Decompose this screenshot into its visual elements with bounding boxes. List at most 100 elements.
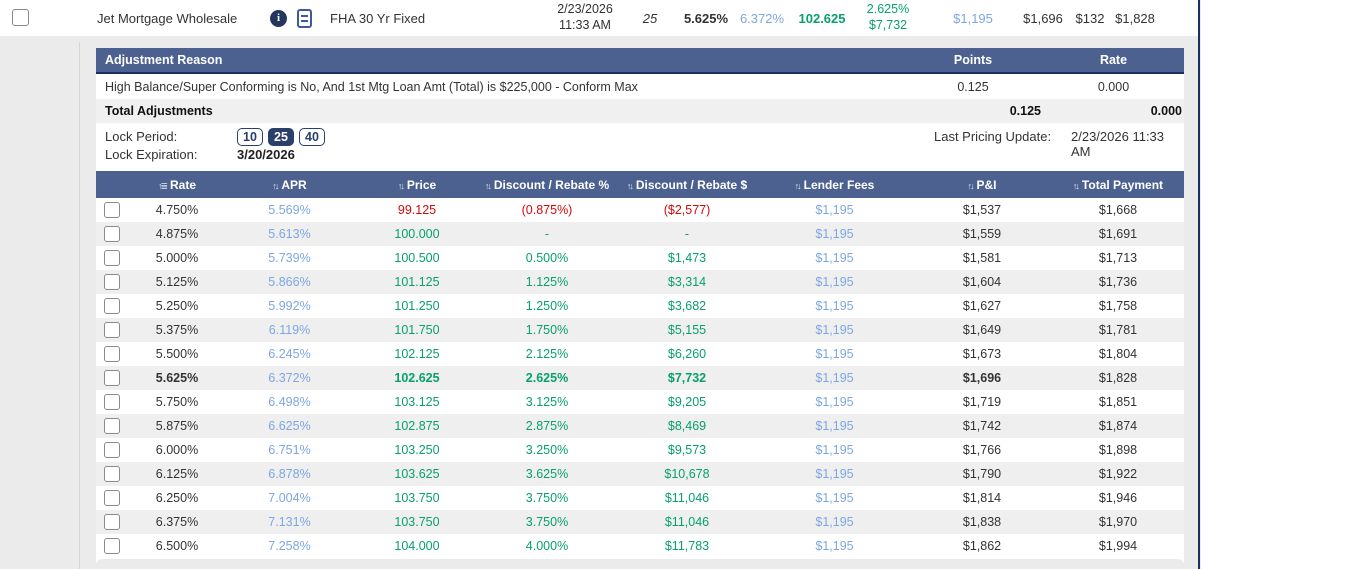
- rate-row-checkbox[interactable]: [104, 418, 120, 434]
- column-header-label: Price: [406, 177, 437, 192]
- lender-fees-cell: $1,195: [815, 371, 854, 385]
- price-cell: 103.125: [394, 395, 440, 409]
- next-section-edge: [96, 559, 1184, 568]
- column-header-apr[interactable]: ↑↓ APR: [222, 178, 357, 192]
- pi-cell: $1,559: [962, 227, 1002, 241]
- rate-row-checkbox[interactable]: [104, 538, 120, 554]
- column-header-rate[interactable]: ↑≣ Rate: [132, 178, 222, 192]
- column-header-label: APR: [281, 177, 307, 192]
- info-icon[interactable]: i: [270, 9, 287, 27]
- rate-row-checkbox[interactable]: [104, 490, 120, 506]
- discount-pct-cell: 3.625%: [525, 467, 569, 481]
- summary-apr[interactable]: 6.372%: [740, 0, 784, 36]
- rate-row-checkbox[interactable]: [104, 202, 120, 218]
- lender-fees-cell: $1,195: [815, 203, 854, 217]
- apr-cell: 6.625%: [268, 419, 311, 433]
- rate-cell: 5.125%: [155, 275, 199, 289]
- summary-lender-fees[interactable]: $1,195: [953, 0, 993, 36]
- column-header-discount-rebate[interactable]: ↑↓ Discount / Rebate %: [477, 178, 617, 192]
- summary-total-payment: $1,828: [1115, 10, 1155, 26]
- discount-pct-cell: 0.500%: [525, 251, 569, 265]
- lender-fees-cell: $1,195: [815, 275, 854, 289]
- lender-fees-cell: $1,195: [815, 515, 854, 529]
- rate-row-checkbox[interactable]: [104, 394, 120, 410]
- column-header-label: Discount / Rebate %: [493, 177, 610, 192]
- lender-fees-cell: $1,195: [815, 251, 854, 265]
- discount-amt-cell: ($2,577): [663, 203, 711, 217]
- column-header-label: Total Payment: [1081, 177, 1164, 192]
- column-header-total-payment[interactable]: ↑↓ Total Payment: [1052, 178, 1184, 192]
- adjustment-rate-header: Rate: [1099, 53, 1128, 67]
- product-select-checkbox[interactable]: [12, 9, 29, 26]
- rate-row-6.125[interactable]: 6.125% 6.878% 103.625 3.625% $10,678 $1,195 $1…: [96, 462, 1184, 486]
- total-payment-cell: $1,758: [1098, 299, 1138, 313]
- sort-icon: ↑↓: [967, 180, 974, 191]
- apr-cell: 6.751%: [268, 443, 311, 457]
- rate-row-checkbox[interactable]: [104, 298, 120, 314]
- rate-row-checkbox-cell: [96, 226, 132, 242]
- document-icon[interactable]: [297, 8, 312, 28]
- rate-table-rows: 4.750% 5.569% 99.125 (0.875%) ($2,577) $1,195…: [96, 198, 1184, 558]
- rate-row-6.250[interactable]: 6.250% 7.004% 103.750 3.750% $11,046 $1,195 $1…: [96, 486, 1184, 510]
- rate-row-5.750[interactable]: 5.750% 6.498% 103.125 3.125% $9,205 $1,195 $1,…: [96, 390, 1184, 414]
- rate-row-checkbox[interactable]: [104, 274, 120, 290]
- rate-table-header: ↑≣ Rate ↑↓ APR ↑↓ Price ↑↓ Discount / Rebate % ↑…: [96, 171, 1184, 198]
- column-header-label: Discount / Rebate $: [635, 177, 748, 192]
- pi-cell: $1,814: [962, 491, 1002, 505]
- rate-row-5.000[interactable]: 5.000% 5.739% 100.500 0.500% $1,473 $1,195 $1,…: [96, 246, 1184, 270]
- discount-amt-cell: $11,046: [664, 491, 710, 505]
- lock-period-option-25[interactable]: 25: [268, 128, 294, 146]
- price-cell: 100.500: [394, 251, 440, 265]
- apr-cell: 5.569%: [268, 203, 311, 217]
- program-name: FHA 30 Yr Fixed: [330, 10, 426, 26]
- rate-row-checkbox[interactable]: [104, 322, 120, 338]
- column-header-discount-rebate[interactable]: ↑↓ Discount / Rebate $: [617, 178, 757, 192]
- pi-cell: $1,790: [962, 467, 1002, 481]
- rate-row-5.875[interactable]: 5.875% 6.625% 102.875 2.875% $8,469 $1,195 $1,…: [96, 414, 1184, 438]
- rate-row-5.625[interactable]: 5.625% 6.372% 102.625 2.625% $7,732 $1,195 $1,…: [96, 366, 1184, 390]
- pi-cell: $1,838: [962, 515, 1002, 529]
- rate-row-checkbox[interactable]: [104, 514, 120, 530]
- apr-cell: 5.992%: [268, 299, 311, 313]
- rate-row-checkbox[interactable]: [104, 250, 120, 266]
- rate-row-6.500[interactable]: 6.500% 7.258% 104.000 4.000% $11,783 $1,195 $1…: [96, 534, 1184, 558]
- lock-period-option-40[interactable]: 40: [299, 128, 325, 146]
- pi-cell: $1,719: [962, 395, 1002, 409]
- total-adjustments-label: Total Adjustments: [105, 104, 213, 118]
- lock-period-option-10[interactable]: 10: [237, 128, 263, 146]
- pi-cell: $1,696: [962, 371, 1002, 385]
- rate-row-checkbox[interactable]: [104, 442, 120, 458]
- column-header-label: P&I: [976, 177, 997, 192]
- right-empty-area: [1201, 0, 1356, 569]
- discount-amt-cell: $5,155: [667, 323, 707, 337]
- rate-row-5.500[interactable]: 5.500% 6.245% 102.125 2.125% $6,260 $1,195 $1,…: [96, 342, 1184, 366]
- discount-amt-cell: $1,473: [667, 251, 707, 265]
- column-header-price[interactable]: ↑↓ Price: [357, 178, 477, 192]
- discount-amt-cell: $7,732: [667, 371, 707, 385]
- rate-row-6.000[interactable]: 6.000% 6.751% 103.250 3.250% $9,573 $1,195 $1,…: [96, 438, 1184, 462]
- rate-row-4.750[interactable]: 4.750% 5.569% 99.125 (0.875%) ($2,577) $1,195…: [96, 198, 1184, 222]
- apr-cell: 6.878%: [268, 467, 311, 481]
- rate-row-checkbox[interactable]: [104, 466, 120, 482]
- lender-fees-cell: $1,195: [815, 539, 854, 553]
- rate-row-checkbox[interactable]: [104, 370, 120, 386]
- rate-row-5.125[interactable]: 5.125% 5.866% 101.125 1.125% $3,314 $1,195 $1,…: [96, 270, 1184, 294]
- rate-cell: 4.750%: [155, 203, 199, 217]
- rate-row-4.875[interactable]: 4.875% 5.613% 100.000 - - $1,195 $1,559 $1,691: [96, 222, 1184, 246]
- summary-pi: $1,696: [1023, 10, 1063, 26]
- rate-row-5.250[interactable]: 5.250% 5.992% 101.250 1.250% $3,682 $1,195 $1,…: [96, 294, 1184, 318]
- rate-row-checkbox[interactable]: [104, 226, 120, 242]
- pricing-detail-panel: Adjustment Reason Points Rate High Balan…: [96, 48, 1184, 568]
- column-header-lender-fees[interactable]: ↑↓ Lender Fees: [757, 178, 912, 192]
- total-payment-cell: $1,970: [1098, 515, 1138, 529]
- rate-row-checkbox-cell: [96, 346, 132, 362]
- pi-cell: $1,766: [962, 443, 1002, 457]
- rate-row-checkbox-cell: [96, 298, 132, 314]
- adjustment-reason: High Balance/Super Conforming is No, And…: [105, 79, 638, 94]
- column-header-p-i[interactable]: ↑↓ P&I: [912, 178, 1052, 192]
- rate-row-5.375[interactable]: 5.375% 6.119% 101.750 1.750% $5,155 $1,195 $1,…: [96, 318, 1184, 342]
- rate-row-6.375[interactable]: 6.375% 7.131% 103.750 3.750% $11,046 $1,195 $1…: [96, 510, 1184, 534]
- adjustment-reason-header: Adjustment Reason: [105, 53, 223, 67]
- rate-row-checkbox[interactable]: [104, 346, 120, 362]
- discount-amt-cell: $11,783: [664, 539, 710, 553]
